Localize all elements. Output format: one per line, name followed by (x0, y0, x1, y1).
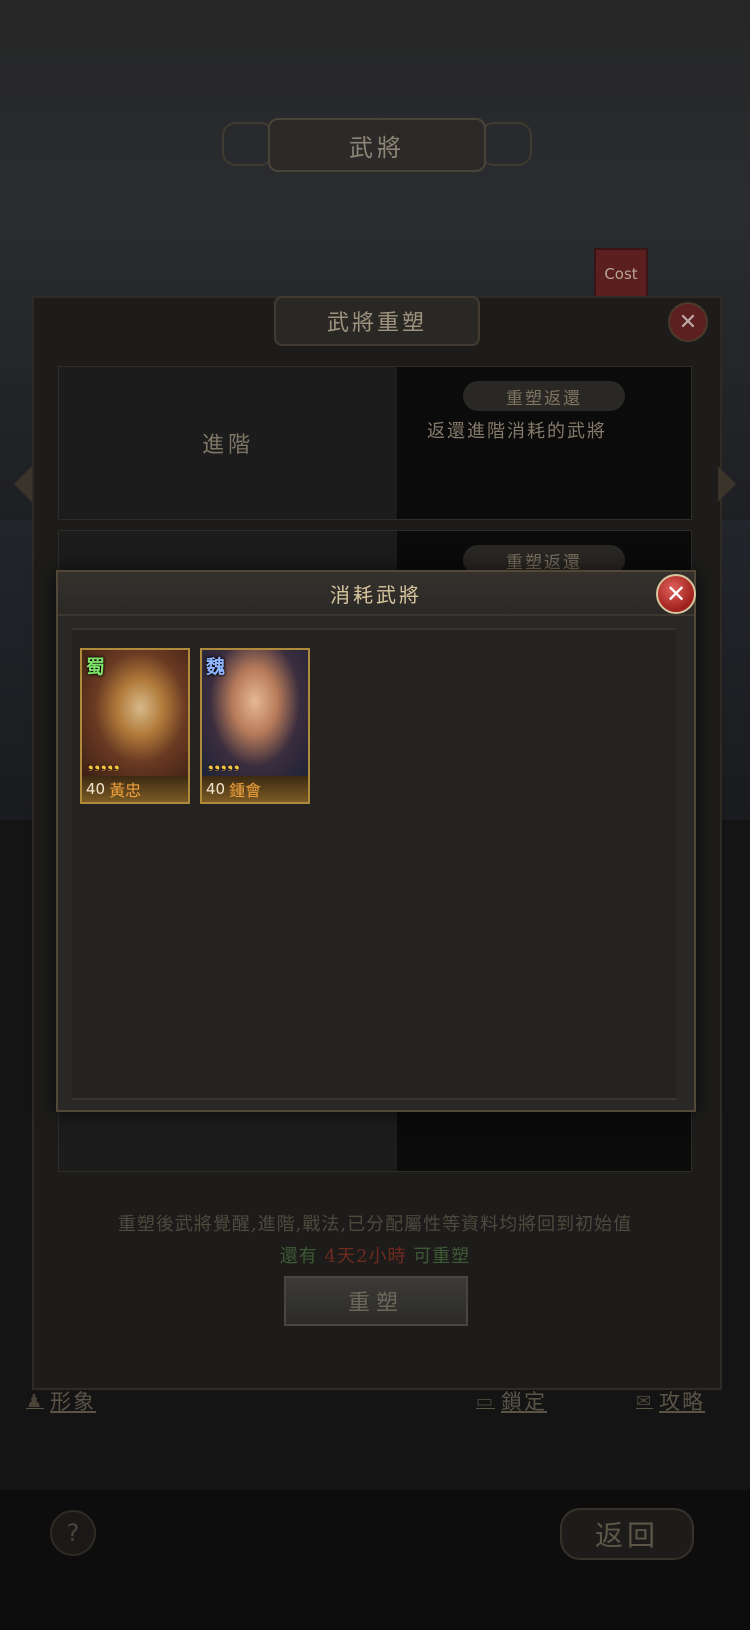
return-pill: 重塑返還 (463, 381, 625, 411)
reshape-row-advance: 進階 重塑返還 返還進階消耗的武將 (58, 366, 692, 520)
card-footer: 40 黃忠 (82, 776, 188, 802)
general-level: 40 (86, 780, 106, 798)
banner-ornament-left (222, 122, 274, 166)
general-level: 40 (206, 780, 226, 798)
image-label: 形象 (50, 1390, 97, 1414)
row-left-label: 進階 (59, 367, 397, 519)
general-card[interactable]: 蜀 ❟❟❟❟❟ 40 黃忠 (80, 648, 190, 804)
reshape-hint: 重塑後武將覺醒,進階,戰法,已分配屬性等資料均將回到初始值 (117, 1214, 633, 1235)
general-card[interactable]: 魏 ❟❟❟❟❟ 40 鍾會 (200, 648, 310, 804)
lock-label: 鎖定 (501, 1390, 548, 1414)
lock-icon: ▭ (476, 1390, 496, 1412)
countdown-value: 4天2小時 (324, 1246, 407, 1267)
image-link[interactable]: ♟ 形象 (26, 1386, 96, 1416)
panel-close-icon[interactable]: ✕ (668, 302, 708, 342)
countdown-text: 還有 4天2小時 可重塑 (0, 1242, 750, 1268)
scroll-icon: ✉ (636, 1390, 654, 1412)
consumed-generals-modal: 消耗武將 ✕ 蜀 ❟❟❟❟❟ 40 黃忠 魏 ❟❟❟❟❟ 40 鍾會 (56, 570, 696, 1112)
guide-label: 攻略 (659, 1390, 706, 1414)
next-arrow-icon[interactable] (718, 466, 736, 502)
return-button[interactable]: 返回 (560, 1508, 694, 1560)
countdown-suffix: 可重塑 (413, 1246, 471, 1267)
cost-tag: Cost (594, 248, 648, 300)
row-right: 重塑返還 返還進階消耗的武將 (397, 367, 691, 519)
faction-badge: 蜀 (86, 656, 106, 678)
banner-ornament-right (480, 122, 532, 166)
general-name: 鍾會 (229, 781, 262, 800)
panel-title: 武將重塑 (274, 296, 480, 346)
row-description: 返還進階消耗的武將 (427, 421, 607, 442)
countdown-prefix: 還有 (279, 1246, 318, 1267)
guide-link[interactable]: ✉ 攻略 (636, 1386, 705, 1416)
help-button[interactable]: ? (50, 1510, 96, 1556)
prev-arrow-icon[interactable] (14, 466, 32, 502)
modal-body: 蜀 ❟❟❟❟❟ 40 黃忠 魏 ❟❟❟❟❟ 40 鍾會 (72, 628, 676, 1100)
star-rating: ❟❟❟❟❟ (88, 756, 121, 772)
star-rating: ❟❟❟❟❟ (208, 756, 241, 772)
lock-link[interactable]: ▭ 鎖定 (476, 1386, 547, 1416)
reshape-button[interactable]: 重塑 (284, 1276, 468, 1326)
general-name: 黃忠 (109, 781, 142, 800)
modal-close-icon[interactable]: ✕ (656, 574, 696, 614)
modal-title: 消耗武將 (58, 572, 694, 616)
card-footer: 40 鍾會 (202, 776, 308, 802)
person-icon: ♟ (26, 1390, 45, 1412)
faction-badge: 魏 (206, 656, 226, 678)
screen-title: 武將 (268, 118, 486, 172)
